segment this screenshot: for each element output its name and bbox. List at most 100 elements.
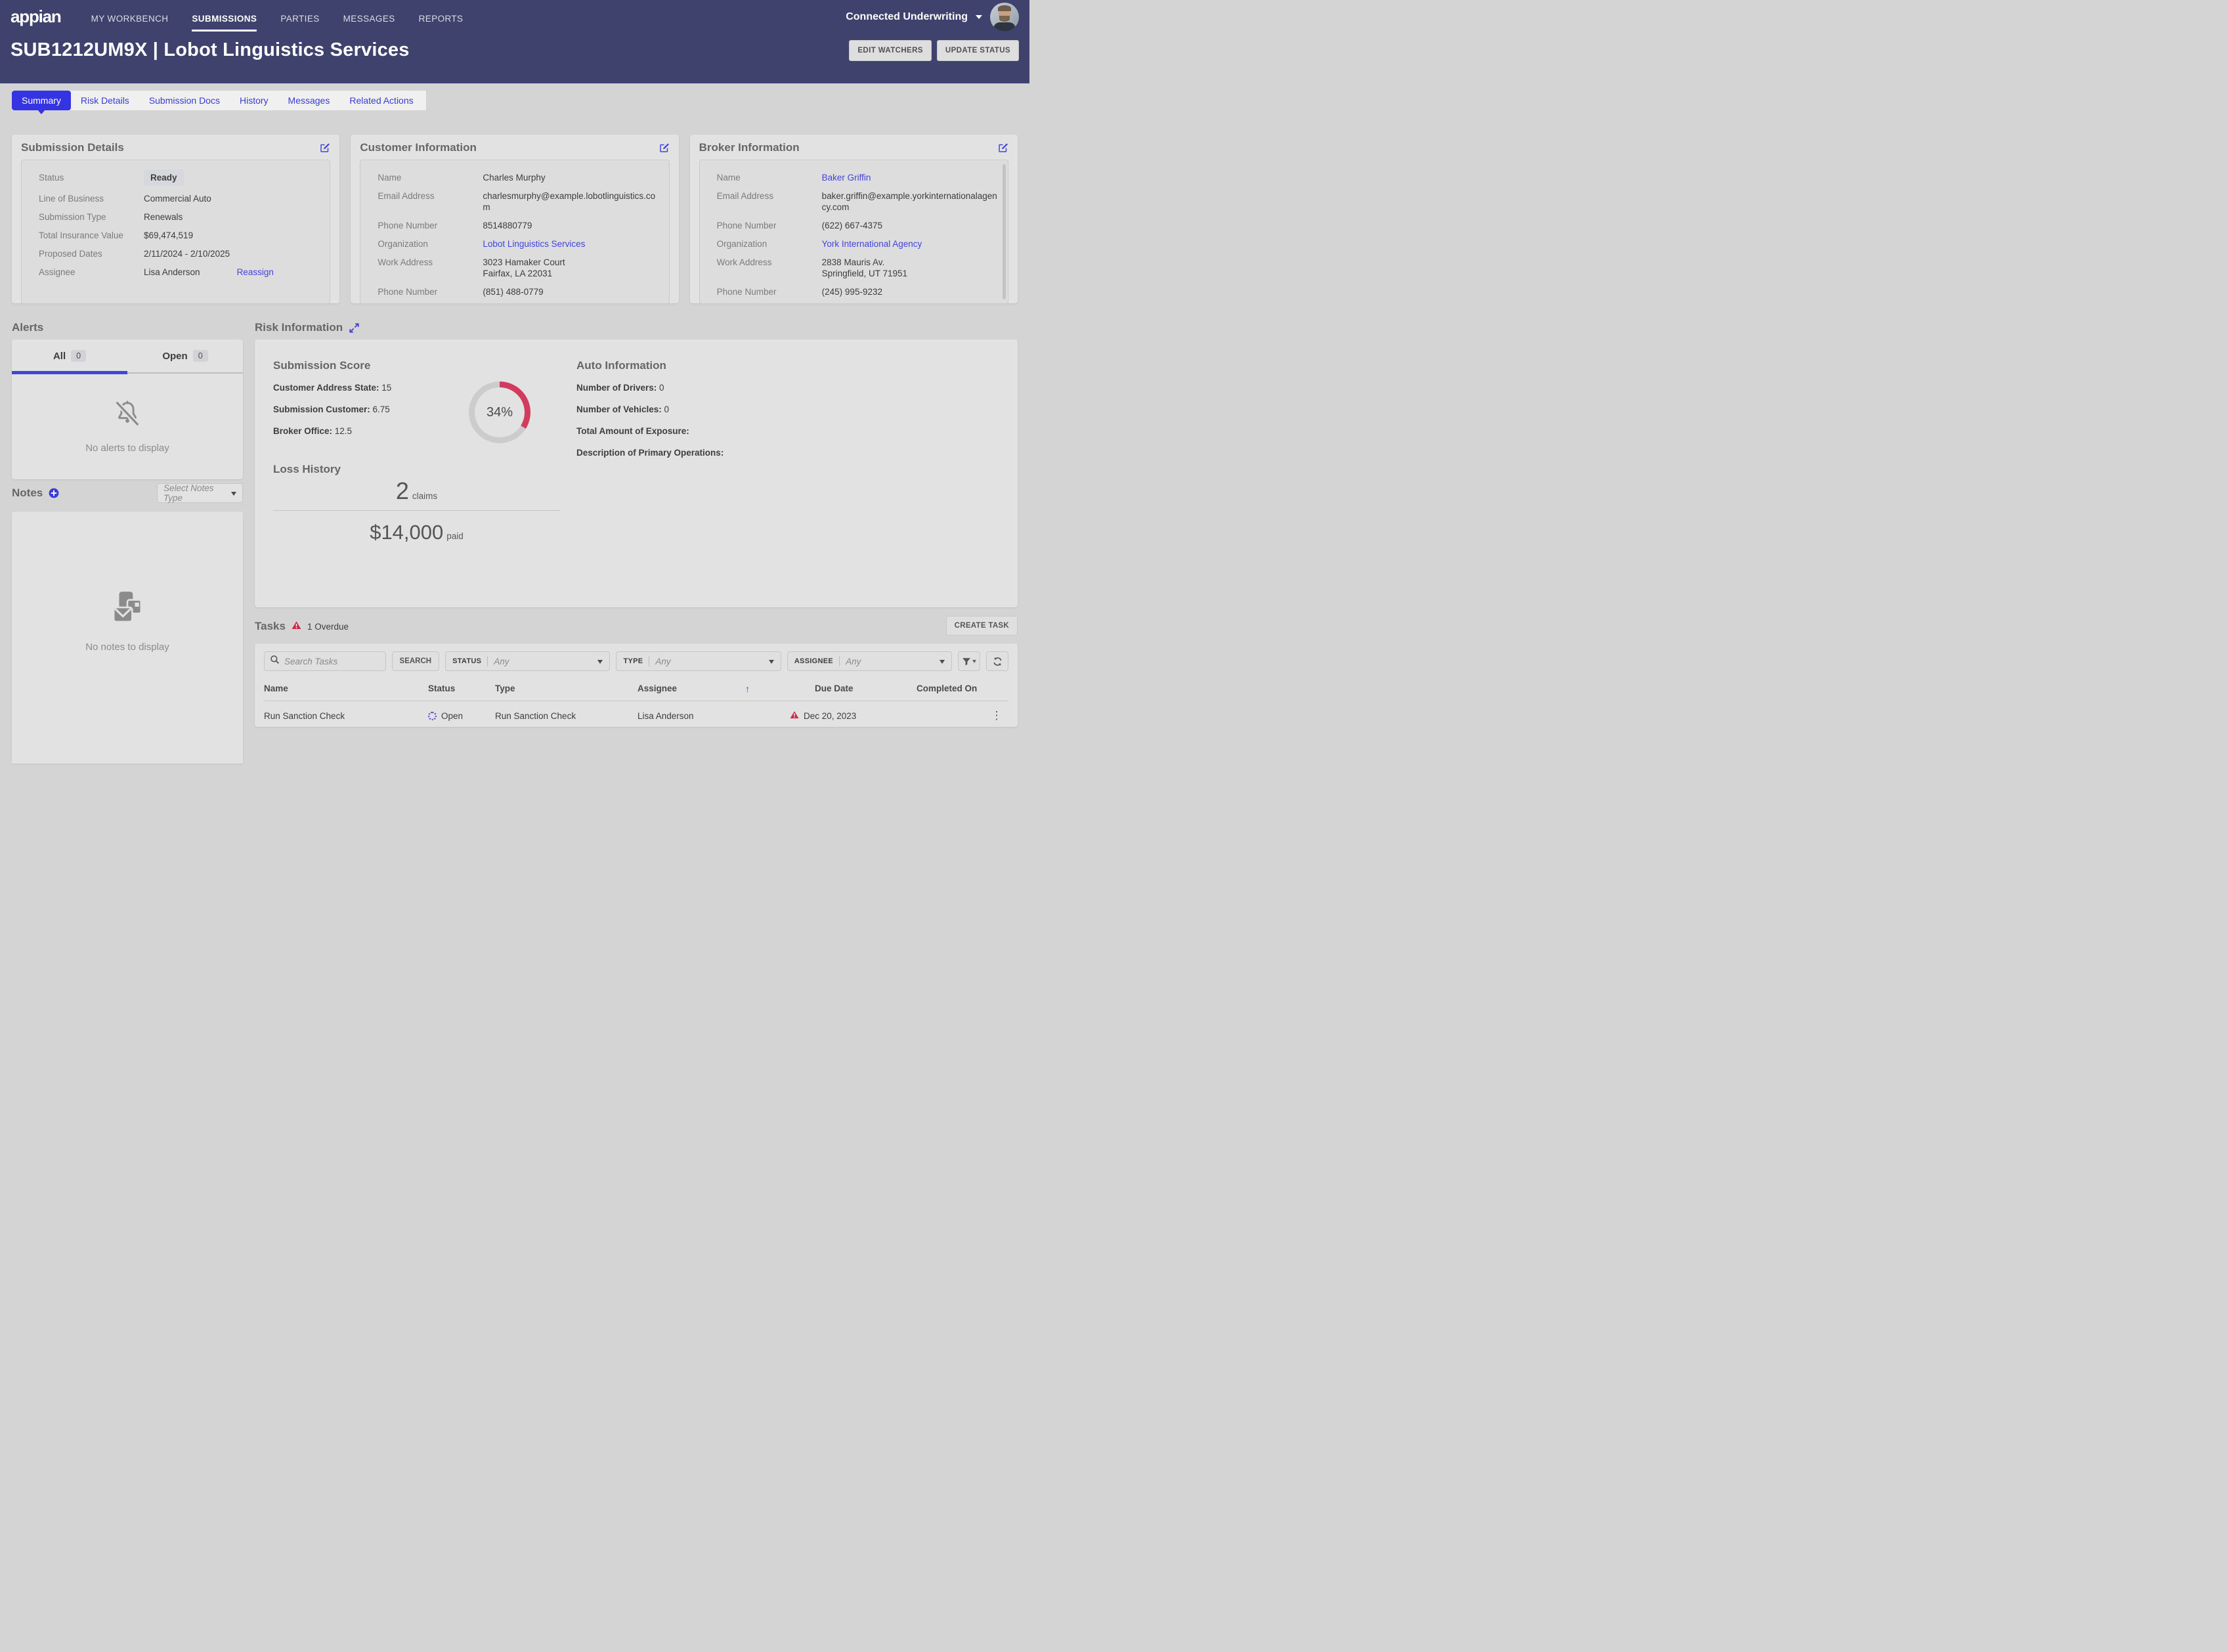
notes-card: No notes to display <box>12 511 243 764</box>
nav-item-my-workbench[interactable]: MY WORKBENCH <box>91 3 169 32</box>
field-row-assignee: Assignee Lisa Anderson Reassign <box>22 263 330 281</box>
search-tasks-input[interactable] <box>284 657 380 666</box>
chevron-down-icon <box>231 492 236 498</box>
organization-link[interactable]: York International Agency <box>822 238 922 250</box>
reassign-link[interactable]: Reassign <box>237 267 274 278</box>
create-task-button[interactable]: CREATE TASK <box>946 616 1018 636</box>
tasks-table: Name Status Type Assignee ↑ Due Date Com… <box>264 680 1008 730</box>
edit-watchers-button[interactable]: EDIT WATCHERS <box>849 40 932 61</box>
notes-header: Notes Select Notes Type <box>12 483 243 503</box>
alerts-tab-open[interactable]: Open 0 <box>127 339 243 372</box>
filter-button[interactable] <box>958 651 980 671</box>
add-note-icon[interactable] <box>49 488 59 498</box>
broker-information-title: Broker Information <box>699 141 800 154</box>
field-row-email: Email Address baker.griffin@example.york… <box>700 186 1008 216</box>
tab-submission-docs[interactable]: Submission Docs <box>139 91 230 110</box>
gauge-percent-label: 34% <box>469 381 530 443</box>
chevron-down-icon <box>769 660 774 666</box>
status-filter-select[interactable]: STATUS Any <box>445 651 610 671</box>
sort-ascending-icon[interactable]: ↑ <box>745 680 787 701</box>
tasks-card: SEARCH STATUS Any TYPE Any ASSIGNEE Any <box>255 643 1018 727</box>
active-tab-underline <box>12 371 127 374</box>
edit-icon[interactable] <box>998 142 1008 153</box>
overdue-warning-icon <box>790 710 799 721</box>
column-header-type[interactable]: Type <box>495 680 638 701</box>
auto-line-number-of-vehicles: Number of Vehicles0 <box>576 404 669 414</box>
alerts-empty-state: No alerts to display <box>12 374 243 477</box>
submission-details-fields: Status Ready Line of Business Commercial… <box>21 160 330 304</box>
loss-history-paid: $14,000paid <box>273 521 560 544</box>
column-header-name[interactable]: Name <box>264 680 428 701</box>
alerts-tab-all[interactable]: All 0 <box>12 339 127 372</box>
field-row-work-address: Work Address 3023 Hamaker CourtFairfax, … <box>360 253 668 282</box>
notes-type-select[interactable]: Select Notes Type <box>157 483 243 503</box>
risk-information-title: Risk Information <box>255 321 343 334</box>
task-sort-spacer <box>745 701 787 730</box>
chevron-down-icon <box>972 660 976 665</box>
tab-history[interactable]: History <box>230 91 278 110</box>
column-header-status[interactable]: Status <box>428 680 495 701</box>
chevron-down-icon <box>976 15 982 22</box>
column-header-assignee[interactable]: Assignee <box>638 680 745 701</box>
task-search-box[interactable] <box>264 651 386 671</box>
submission-score-gauge: 34% <box>469 381 530 443</box>
notes-section-title: Notes <box>12 487 43 500</box>
auto-line-total-exposure: Total Amount of Exposure <box>576 426 689 436</box>
search-button[interactable]: SEARCH <box>392 651 440 671</box>
alerts-card: All 0 Open 0 No alerts to display <box>12 339 243 479</box>
field-row-email: Email Address charlesmurphy@example.lobo… <box>360 186 668 216</box>
nav-item-parties[interactable]: PARTIES <box>280 3 319 32</box>
edit-icon[interactable] <box>320 142 330 153</box>
update-status-button[interactable]: UPDATE STATUS <box>937 40 1019 61</box>
risk-information-header: Risk Information <box>255 321 359 334</box>
organization-link[interactable]: Lobot Linguistics Services <box>483 238 585 250</box>
nav-item-submissions[interactable]: SUBMISSIONS <box>192 3 257 32</box>
open-count-badge: 0 <box>193 350 208 362</box>
field-row-submission-type: Submission Type Renewals <box>22 207 330 226</box>
all-count-badge: 0 <box>71 350 86 362</box>
field-row-line-of-business: Line of Business Commercial Auto <box>22 189 330 207</box>
customer-information-title: Customer Information <box>360 141 477 154</box>
score-line-broker-office: Broker Office12.5 <box>273 426 352 436</box>
tab-messages[interactable]: Messages <box>278 91 340 110</box>
refresh-button[interactable] <box>986 651 1008 671</box>
column-header-actions <box>985 680 1008 701</box>
column-header-completed-on[interactable]: Completed On <box>907 680 985 701</box>
field-row-total-insurance-value: Total Insurance Value $69,474,519 <box>22 226 330 244</box>
column-header-due-date[interactable]: Due Date <box>787 680 907 701</box>
type-filter-select[interactable]: TYPE Any <box>616 651 781 671</box>
tab-related-actions[interactable]: Related Actions <box>339 91 423 110</box>
tasks-filter-bar: SEARCH STATUS Any TYPE Any ASSIGNEE Any <box>264 651 1008 671</box>
assignee-filter-select[interactable]: ASSIGNEE Any <box>787 651 952 671</box>
field-row-phone: Phone Number (622) 667-4375 <box>700 216 1008 234</box>
broker-name-link[interactable]: Baker Griffin <box>822 172 871 183</box>
nav-item-reports[interactable]: REPORTS <box>419 3 464 32</box>
tasks-section-title: Tasks <box>255 620 286 633</box>
title-row: SUB1212UM9X | Lobot Linguistics Services… <box>0 34 1029 61</box>
workspace-menu-label: Connected Underwriting <box>846 11 968 23</box>
user-avatar[interactable] <box>990 3 1019 32</box>
tab-risk-details[interactable]: Risk Details <box>71 91 139 110</box>
field-row-proposed-dates: Proposed Dates 2/11/2024 - 2/10/2025 <box>22 244 330 263</box>
scrollbar-thumb[interactable] <box>1003 164 1006 299</box>
broker-information-fields: Name Baker Griffin Email Address baker.g… <box>699 160 1008 304</box>
tab-summary[interactable]: Summary <box>12 91 71 110</box>
workspace-menu[interactable]: Connected Underwriting <box>846 3 1019 32</box>
task-name-cell[interactable]: Run Sanction Check <box>264 701 428 730</box>
top-navigation-bar: appian MY WORKBENCH SUBMISSIONS PARTIES … <box>0 0 1029 83</box>
task-assignee-cell: Lisa Anderson <box>638 701 745 730</box>
expand-icon[interactable] <box>349 323 359 333</box>
overdue-warning-icon <box>292 620 301 633</box>
chevron-down-icon <box>597 660 603 666</box>
task-type-cell: Run Sanction Check <box>495 701 638 730</box>
auto-line-primary-operations: Description of Primary Operations <box>576 448 724 458</box>
row-actions-kebab-icon[interactable]: ⋮ <box>985 701 1008 730</box>
field-row-organization: Organization York International Agency <box>700 234 1008 253</box>
edit-icon[interactable] <box>659 142 670 153</box>
main-nav: MY WORKBENCH SUBMISSIONS PARTIES MESSAGE… <box>91 3 464 32</box>
score-line-customer-address-state: Customer Address State15 <box>273 383 391 393</box>
nav-item-messages[interactable]: MESSAGES <box>343 3 395 32</box>
submission-details-title: Submission Details <box>21 141 124 154</box>
record-tabs: Summary Risk Details Submission Docs His… <box>12 91 426 110</box>
task-completed-on-cell <box>907 701 985 730</box>
